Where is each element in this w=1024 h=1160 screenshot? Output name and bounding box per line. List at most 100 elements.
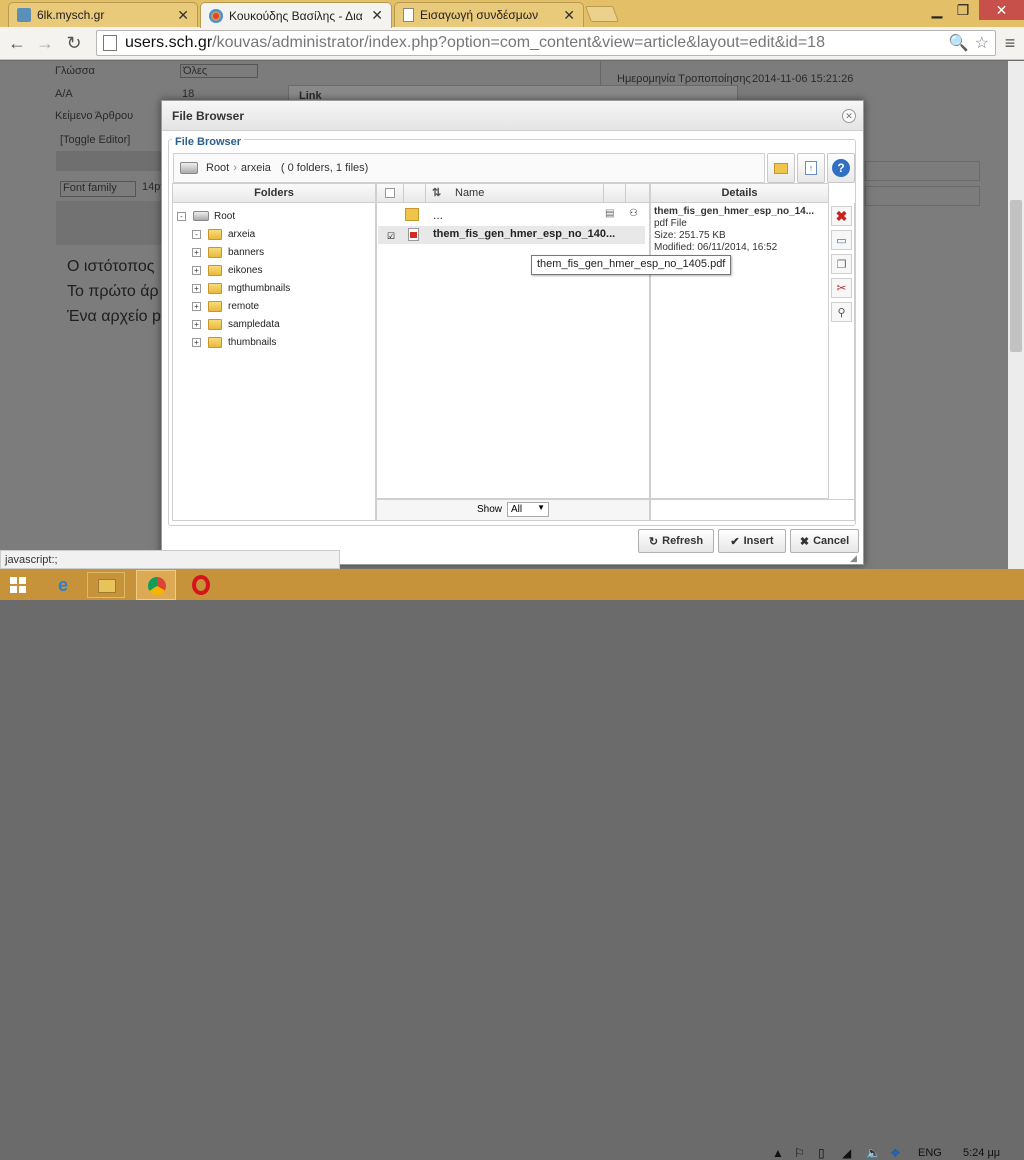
folder-tree-item[interactable]: + banners xyxy=(192,244,264,260)
file-name: them_fis_gen_hmer_esp_no_140... xyxy=(433,228,616,240)
check-icon: ✔ xyxy=(730,535,740,548)
tab-koukoudis[interactable]: Κουκούδης Βασίλης - Δια ✕ xyxy=(200,2,392,28)
language-indicator[interactable]: ENG xyxy=(918,1147,942,1159)
chrome-taskbar-button[interactable] xyxy=(136,570,176,600)
view-icon[interactable]: ▤ xyxy=(605,208,614,219)
editor-toolbar-rows xyxy=(56,201,166,245)
preview-button[interactable]: ⚲ xyxy=(831,302,852,322)
copy-button[interactable]: ❐ xyxy=(831,254,852,274)
page-scrollbar-thumb[interactable] xyxy=(1010,200,1022,352)
pdf-icon xyxy=(408,228,419,241)
editor-line-1: Ο ιστότοπος xyxy=(67,258,155,275)
expand-icon[interactable]: + xyxy=(192,319,201,329)
site-favicon-icon xyxy=(17,8,31,22)
tray-up-arrow-icon[interactable]: ▲ xyxy=(772,1146,784,1160)
rename-button[interactable]: ▭ xyxy=(831,230,852,250)
expand-icon[interactable]: + xyxy=(192,247,201,257)
editor-toolbar-row xyxy=(56,151,166,171)
new-folder-button[interactable] xyxy=(767,153,795,183)
opera-icon[interactable] xyxy=(192,575,210,595)
name-column-header[interactable]: Name xyxy=(455,184,484,203)
path-root[interactable]: Root xyxy=(206,162,229,174)
file-row[interactable]: ☑ them_fis_gen_hmer_esp_no_140... xyxy=(378,226,645,244)
folder-tree-item[interactable]: + remote xyxy=(192,298,259,314)
folder-tree-item[interactable]: + eikones xyxy=(192,262,262,278)
tab-close-icon[interactable]: ✕ xyxy=(563,7,575,24)
help-button[interactable]: ? xyxy=(827,153,855,183)
dropbox-icon[interactable]: ❖ xyxy=(890,1146,901,1160)
volume-icon[interactable]: 🔈 xyxy=(866,1146,881,1160)
dialog-close-icon[interactable]: ✕ xyxy=(842,109,856,123)
editor-line-2: Το πρώτο άρ xyxy=(67,283,159,300)
folder-icon xyxy=(208,300,222,312)
search-icon[interactable]: 🔍 xyxy=(949,33,969,53)
details-pane: Details them_fis_gen_hmer_esp_no_14... p… xyxy=(650,183,829,499)
cancel-button[interactable]: ✖ Cancel xyxy=(790,529,859,553)
file-checkbox[interactable]: ☑ xyxy=(387,231,395,242)
show-select[interactable]: All ▼ xyxy=(507,502,549,517)
new-tab-button[interactable] xyxy=(585,6,619,22)
resize-grip-icon[interactable]: ◢ xyxy=(850,553,857,564)
clock[interactable]: 5:24 μμ xyxy=(963,1147,1000,1159)
order-value: 18 xyxy=(182,88,195,100)
bg-field xyxy=(865,161,980,181)
details-header: Details xyxy=(651,184,828,203)
copy-icon: ❐ xyxy=(836,258,847,271)
collapse-icon[interactable]: - xyxy=(177,211,186,221)
folder-label: banners xyxy=(228,246,265,258)
language-select[interactable]: Όλες xyxy=(180,64,258,78)
dropdown-arrow-icon: ▼ xyxy=(537,503,545,512)
article-text-label: Κείμενο Άρθρου xyxy=(55,110,134,122)
network-icon[interactable]: ◢ xyxy=(842,1146,851,1160)
tab-close-icon[interactable]: ✕ xyxy=(371,7,383,24)
binoculars-icon[interactable]: ⚇ xyxy=(629,208,638,219)
forward-arrow-icon[interactable]: → xyxy=(33,32,57,54)
insert-label: Insert xyxy=(743,535,774,547)
modified-value: 2014-11-06 15:21:26 xyxy=(752,73,854,85)
windows-start-icon[interactable] xyxy=(10,577,26,593)
folder-tree-item[interactable]: - arxeia xyxy=(192,226,255,242)
tab-title: Εισαγωγή συνδέσμων xyxy=(420,8,539,22)
toggle-editor-link[interactable]: [Toggle Editor] xyxy=(60,134,130,146)
internet-explorer-icon[interactable]: e xyxy=(52,575,74,595)
dialog-title: File Browser xyxy=(172,109,245,123)
tab-6lk[interactable]: 6lk.mysch.gr ✕ xyxy=(8,2,198,27)
expand-icon[interactable]: + xyxy=(192,337,201,347)
details-content: them_fis_gen_hmer_esp_no_14... pdf File … xyxy=(651,203,828,257)
expand-icon[interactable]: + xyxy=(192,301,201,311)
divider xyxy=(425,184,426,203)
collapse-icon[interactable]: - xyxy=(192,229,201,239)
folder-tree-item[interactable]: - Root xyxy=(177,208,235,224)
path-bar: Root › arxeia ( 0 folders, 1 files) xyxy=(173,153,765,183)
reload-icon[interactable]: ↻ xyxy=(62,32,86,54)
show-label: Show xyxy=(477,504,503,515)
menu-icon[interactable]: ≡ xyxy=(998,32,1022,54)
tab-close-icon[interactable]: ✕ xyxy=(177,7,189,24)
refresh-button[interactable]: ↻ Refresh xyxy=(638,529,714,553)
expand-icon[interactable]: + xyxy=(192,265,201,275)
select-all-checkbox[interactable] xyxy=(385,188,395,198)
tab-title: Κουκούδης Βασίλης - Δια xyxy=(229,8,363,23)
expand-icon[interactable]: + xyxy=(192,283,201,293)
battery-icon[interactable]: ▯ xyxy=(818,1146,825,1160)
back-arrow-icon[interactable]: ← xyxy=(5,32,29,54)
drive-icon xyxy=(180,162,198,174)
address-bar[interactable]: users.sch.gr/kouvas/administrator/index.… xyxy=(96,30,996,56)
path-current[interactable]: arxeia xyxy=(241,162,271,174)
font-family-select[interactable]: Font family xyxy=(60,181,136,197)
bookmark-star-icon[interactable]: ☆ xyxy=(975,33,989,53)
cut-button[interactable]: ✂ xyxy=(831,278,852,298)
new-folder-icon xyxy=(774,162,788,174)
folder-tree-item[interactable]: + sampledata xyxy=(192,316,280,332)
folder-tree-item[interactable]: + mgthumbnails xyxy=(192,280,290,296)
delete-button[interactable]: ✖ xyxy=(831,206,852,226)
folder-tree-item[interactable]: + thumbnails xyxy=(192,334,276,350)
sort-icon[interactable]: ⇅ xyxy=(432,184,441,203)
file-explorer-button[interactable] xyxy=(87,572,125,598)
insert-button[interactable]: ✔ Insert xyxy=(718,529,786,553)
window-close-button[interactable]: ✕ xyxy=(979,0,1024,20)
flag-icon[interactable]: ⚐ xyxy=(794,1146,805,1160)
upload-button[interactable]: ↑ xyxy=(797,153,825,183)
tab-eisagogi[interactable]: Εισαγωγή συνδέσμων ✕ xyxy=(394,2,584,27)
maximize-button[interactable]: ❐ xyxy=(948,0,978,20)
